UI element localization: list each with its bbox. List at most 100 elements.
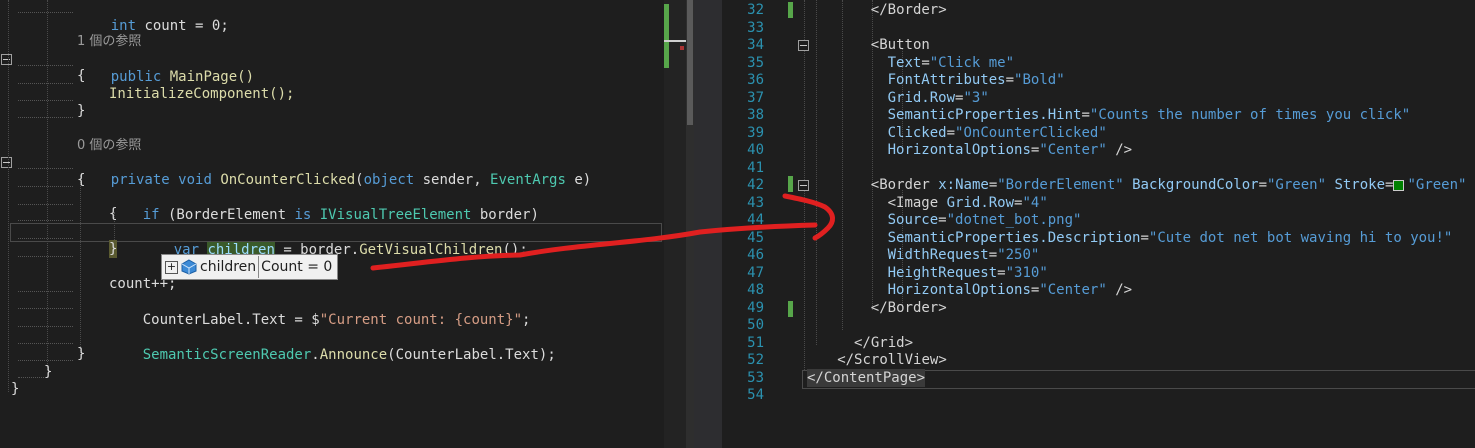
line-number: 53: [747, 369, 764, 386]
xaml-tag: =: [1005, 72, 1015, 88]
xaml-line[interactable]: Text="Click me": [888, 54, 1014, 72]
breakpoint-marker: [680, 46, 684, 50]
change-bar: [788, 2, 793, 18]
fold-collapse-icon[interactable]: [1, 54, 12, 65]
xaml-attribute: Grid.Row: [887, 89, 956, 106]
code-line-announce[interactable]: SemanticScreenReader.Announce(CounterLab…: [109, 328, 556, 363]
xaml-line[interactable]: </ContentPage>: [807, 368, 926, 387]
method-name: GetVisualChildren: [359, 242, 503, 258]
xaml-tag: =: [1081, 107, 1090, 123]
color-swatch-green: [1393, 179, 1405, 191]
indent-leader: [18, 117, 73, 118]
vertical-scrollbar[interactable]: [686, 0, 694, 448]
keyword-public: public: [110, 69, 162, 85]
xaml-tag: />: [1106, 282, 1133, 298]
indent-leader: [18, 291, 73, 292]
method-name: MainPage(): [161, 69, 255, 85]
code-line-brace[interactable]: }: [77, 102, 85, 120]
code-line-handler-signature[interactable]: private void OnCounterClicked(object sen…: [77, 153, 591, 188]
fold-collapse-icon[interactable]: [1, 157, 12, 168]
xaml-line[interactable]: <Border x:Name="BorderElement" Backgroun…: [871, 176, 1467, 194]
xaml-value: "OnCounterClicked": [955, 124, 1107, 141]
xaml-attribute: SemanticProperties.Description: [887, 229, 1141, 246]
keyword-private: private: [110, 172, 170, 188]
xaml-line[interactable]: </Border>: [871, 1, 947, 19]
type-name: IVisualTreeElement: [311, 207, 472, 223]
xaml-attribute: HorizontalOptions: [887, 142, 1031, 158]
code-line-if[interactable]: if (BorderElement is IVisualTreeElement …: [109, 188, 539, 223]
debug-datatip[interactable]: + children Count = 0: [161, 254, 339, 280]
scrollbar-thumb[interactable]: [687, 0, 693, 125]
code-line-var-children[interactable]: var children = border.GetVisualChildren(…: [140, 223, 528, 258]
line-number: 47: [747, 264, 764, 281]
pane-splitter[interactable]: [694, 0, 722, 448]
code-line-count-decl[interactable]: int count = 0;: [77, 0, 229, 34]
xaml-line[interactable]: SemanticProperties.Hint="Counts the numb…: [888, 106, 1411, 124]
xaml-line[interactable]: <Button: [871, 36, 930, 54]
indent-leader: [18, 343, 73, 344]
xaml-tag: </Grid>: [854, 334, 914, 351]
indent-leader: [18, 256, 73, 257]
keyword-int: int: [110, 18, 137, 34]
code-line-counter-label[interactable]: CounterLabel.Text = $"Current count: {co…: [109, 293, 531, 328]
code-line-brace[interactable]: {: [77, 67, 85, 85]
string-literal: "Current count: {count}": [319, 312, 523, 328]
type-name: EventArgs: [490, 172, 566, 188]
code-line-initialize[interactable]: InitializeComponent();: [109, 85, 294, 103]
xaml-line[interactable]: HeightRequest="310": [888, 264, 1048, 282]
xaml-line[interactable]: FontAttributes="Bold": [888, 71, 1065, 89]
xaml-line[interactable]: <Image Grid.Row="4": [888, 194, 1048, 212]
code-line-brace[interactable]: }: [11, 380, 19, 398]
fold-collapse-icon[interactable]: [798, 180, 809, 191]
code-line-constructor[interactable]: public MainPage(): [77, 50, 254, 85]
xaml-line[interactable]: Clicked="OnCounterClicked": [888, 124, 1107, 142]
datatip-variable-name: children: [200, 259, 257, 275]
paren: ();: [502, 242, 528, 258]
keyword-object: object: [363, 172, 415, 188]
line-number: 44: [747, 212, 764, 228]
code-line-brace[interactable]: {: [77, 171, 85, 189]
xaml-line[interactable]: SemanticProperties.Description="Cute dot…: [888, 229, 1453, 247]
xaml-tag: </Border>: [870, 2, 947, 18]
line-number: 39: [747, 124, 764, 141]
code-line-brace[interactable]: {: [109, 205, 117, 223]
code-line-brace-matched[interactable]: }: [109, 240, 118, 258]
xaml-line[interactable]: WidthRequest="250": [888, 246, 1040, 264]
code-line-brace[interactable]: }: [44, 363, 52, 381]
change-marker: [664, 4, 669, 68]
xaml-line[interactable]: Grid.Row="3": [888, 89, 989, 107]
xaml-tag: [1124, 177, 1132, 193]
xaml-line[interactable]: </Border>: [871, 299, 947, 317]
xaml-line[interactable]: Source="dotnet_bot.png": [888, 211, 1082, 229]
line-number: 41: [747, 159, 764, 176]
xaml-tag: =: [997, 264, 1006, 281]
datatip-value[interactable]: Count = 0: [261, 259, 337, 275]
line-number: 37: [747, 89, 764, 106]
xaml-tag: =: [921, 54, 930, 71]
line-number: 38: [747, 107, 764, 123]
indent-leader: [18, 168, 73, 169]
fold-collapse-icon[interactable]: [798, 40, 809, 51]
xaml-editor-pane[interactable]: 32 </Border> 33 34 <Button 35 Text="Click me" 3…: [722, 0, 1475, 448]
identifier: CounterLabel.Text = $: [142, 312, 320, 328]
indent-leader: [18, 100, 73, 101]
xaml-line[interactable]: </ScrollView>: [837, 351, 947, 369]
line-number: 52: [747, 352, 764, 368]
editor-scrollbar-map[interactable]: [664, 0, 686, 448]
xaml-value: "Center": [1039, 142, 1107, 158]
line-number: 43: [747, 194, 764, 211]
semicolon: ;: [522, 312, 531, 328]
variable-cube-icon: [181, 259, 197, 275]
expand-icon[interactable]: +: [165, 260, 178, 274]
xaml-line[interactable]: HorizontalOptions="Center" />: [888, 281, 1132, 299]
xaml-value: "3": [963, 89, 989, 106]
reference-count-link[interactable]: 1 個の参照: [77, 33, 141, 51]
xaml-line[interactable]: HorizontalOptions="Center" />: [888, 141, 1132, 159]
csharp-editor-pane[interactable]: int count = 0; 1 個の参照 public MainPage() …: [0, 0, 664, 448]
literal: 0;: [203, 18, 229, 34]
code-line-brace[interactable]: }: [77, 345, 85, 363]
line-number: 40: [747, 142, 764, 158]
xaml-value: "BorderElement": [997, 177, 1124, 193]
xaml-line[interactable]: </Grid>: [854, 334, 913, 352]
line-number: 49: [747, 299, 764, 316]
